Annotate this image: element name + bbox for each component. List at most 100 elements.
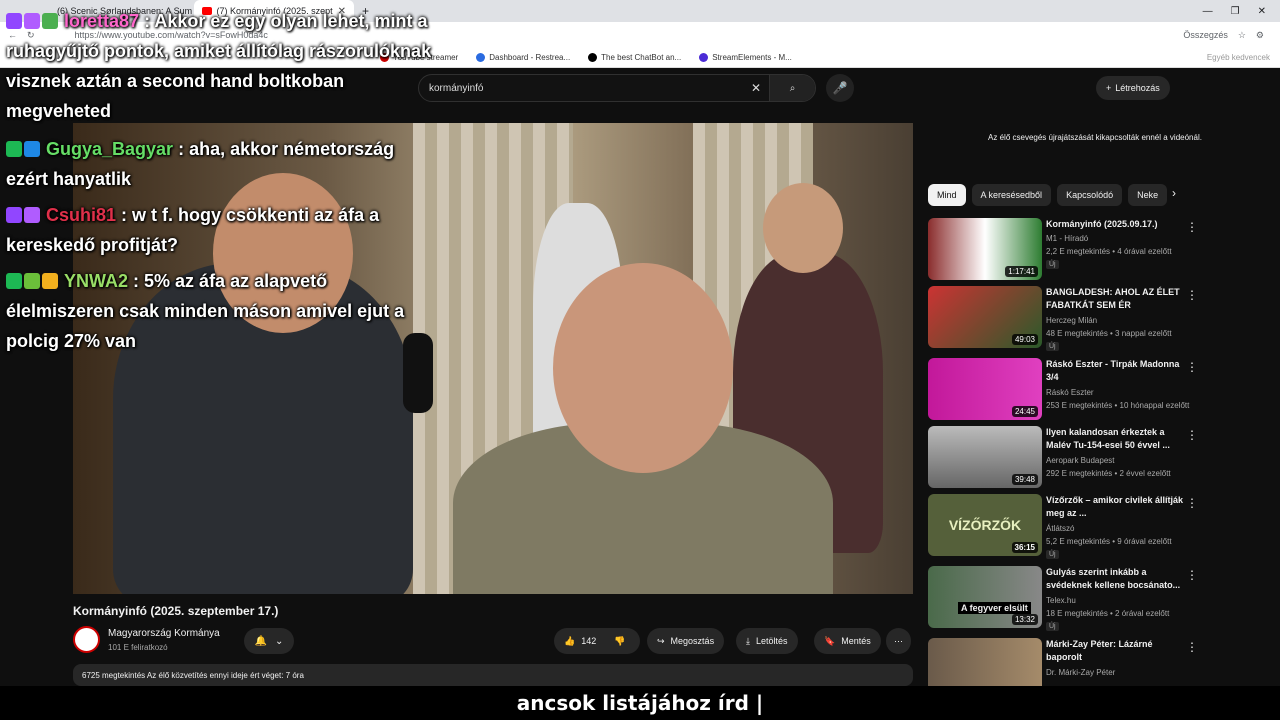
chat-username: loretta87 xyxy=(64,11,140,31)
channel-avatar[interactable] xyxy=(73,626,100,653)
recommendation-title[interactable]: Ráskó Eszter - Tirpák Madonna 3/4 xyxy=(1046,358,1188,384)
recommendation-channel[interactable]: Telex.hu xyxy=(1046,596,1076,605)
recommendation-title[interactable]: Márki-Zay Péter: Lázárné baporolt xyxy=(1046,638,1188,664)
kick-icon xyxy=(6,273,22,289)
thumbnail-text: A fegyver elsült xyxy=(958,602,1031,614)
create-button[interactable]: + Létrehozás xyxy=(1096,76,1170,100)
more-vert-icon[interactable]: ⋮ xyxy=(1186,640,1198,654)
recommendation-item[interactable]: 1:17:41 Kormányinfó (2025.09.17.) M1 - H… xyxy=(928,218,1268,284)
video-thumbnail[interactable] xyxy=(928,638,1042,686)
recommendation-channel[interactable]: Herczeg Milán xyxy=(1046,316,1097,325)
video-thumbnail[interactable]: 49:03 xyxy=(928,286,1042,348)
chat-username: YNWA2 xyxy=(64,271,129,291)
badge-icon xyxy=(24,273,40,289)
chevron-down-icon: ⌄ xyxy=(275,635,284,647)
maximize-icon[interactable]: ❐ xyxy=(1231,6,1240,17)
download-button[interactable]: ⤓ Letöltés xyxy=(736,628,798,654)
more-actions-button[interactable]: ⋯ xyxy=(886,628,911,654)
more-vert-icon[interactable]: ⋮ xyxy=(1186,568,1198,582)
filter-chips: Mind A keresésedből Kapcsolódó Neke xyxy=(928,184,1168,206)
download-icon: ⤓ xyxy=(746,635,750,646)
minimize-icon[interactable]: — xyxy=(1203,6,1213,17)
bookmark-item[interactable]: The best ChatBot an... xyxy=(588,53,681,62)
video-thumbnail[interactable]: 24:45 xyxy=(928,358,1042,420)
recommendation-item[interactable]: 24:45 Ráskó Eszter - Tirpák Madonna 3/4 … xyxy=(928,358,1268,424)
new-badge: Új xyxy=(1046,342,1059,351)
summary-button[interactable]: Összegzés xyxy=(1183,30,1228,40)
chip-for-you[interactable]: Neke xyxy=(1128,184,1168,206)
more-vert-icon[interactable]: ⋮ xyxy=(1186,288,1198,302)
recommendation-item[interactable]: 49:03 BANGLADESH: AHOL AZ ÉLET FABATKÁT … xyxy=(928,286,1268,352)
plus-icon: + xyxy=(1106,83,1112,93)
recommendation-channel[interactable]: Átlátszó xyxy=(1046,524,1074,533)
more-vert-icon[interactable]: ⋮ xyxy=(1186,428,1198,442)
recommendation-title[interactable]: BANGLADESH: AHOL AZ ÉLET FABATKÁT SEM ÉR xyxy=(1046,286,1188,312)
clear-icon[interactable]: ✕ xyxy=(751,81,761,95)
recommendation-title[interactable]: Kormányinfó (2025.09.17.) xyxy=(1046,218,1188,231)
kick-icon xyxy=(6,141,22,157)
video-thumbnail[interactable]: A fegyver elsült 13:32 xyxy=(928,566,1042,628)
thumbnail-text: VÍZŐRZŐK xyxy=(948,517,1022,533)
search-icon: ⌕ xyxy=(789,82,796,94)
recommendation-meta: 48 E megtekintés • 3 nappal ezelőtt xyxy=(1046,329,1172,338)
bookmark-item[interactable]: StreamElements - M... xyxy=(699,53,792,62)
recommendation-title[interactable]: Vízőrzők – amikor civilek állítják meg a… xyxy=(1046,494,1188,520)
caption-bar: ancsok listájához írd | xyxy=(0,686,1280,720)
video-thumbnail[interactable]: 1:17:41 xyxy=(928,218,1042,280)
chip-from-search[interactable]: A keresésedből xyxy=(971,184,1052,206)
recommendation-channel[interactable]: Ráskó Eszter xyxy=(1046,388,1094,397)
emote-badge-icon xyxy=(42,13,58,29)
bookmark-item[interactable]: Dashboard - Restrea... xyxy=(476,53,570,62)
duration-badge: 36:15 xyxy=(1011,542,1038,553)
duration-badge: 1:17:41 xyxy=(1005,266,1038,277)
recommendation-item[interactable]: VÍZŐRZŐK 36:15 Vízőrzők – amikor civilek … xyxy=(928,494,1268,560)
recommendation-title[interactable]: Gulyás szerint inkább a svédeknek kellen… xyxy=(1046,566,1188,592)
recommendation-item[interactable]: Márki-Zay Péter: Lázárné baporolt Dr. Má… xyxy=(928,638,1268,686)
window-close-icon[interactable]: ✕ xyxy=(1258,6,1266,17)
chat-disabled-notice: Az élő csevegés újrajátszását kikapcsolt… xyxy=(988,133,1202,142)
chevron-right-icon[interactable]: › xyxy=(1172,186,1176,200)
chat-message: YNWA2 : 5% az áfa az alapvető élelmiszer… xyxy=(6,266,436,356)
recommendation-channel[interactable]: Dr. Márki-Zay Péter xyxy=(1046,668,1115,677)
extensions-icon[interactable]: ⚙ xyxy=(1256,30,1264,41)
chat-username: Csuhi81 xyxy=(46,205,117,225)
recommendation-channel[interactable]: Aeropark Budapest xyxy=(1046,456,1115,465)
description-box[interactable]: 6725 megtekintés Az élő közvetítés ennyi… xyxy=(73,664,913,686)
more-icon: ⋯ xyxy=(894,635,903,646)
more-vert-icon[interactable]: ⋮ xyxy=(1186,360,1198,374)
recommendation-title[interactable]: Ilyen kalandosan érkeztek a Malév Tu-154… xyxy=(1046,426,1188,452)
recommendation-item[interactable]: A fegyver elsült 13:32 Gulyás szerint ink… xyxy=(928,566,1268,632)
star-icon[interactable]: ☆ xyxy=(1238,30,1246,41)
recommendation-channel[interactable]: M1 - Híradó xyxy=(1046,234,1088,243)
more-vert-icon[interactable]: ⋮ xyxy=(1186,496,1198,510)
search-input[interactable]: kormányinfó xyxy=(429,83,483,94)
channel-name[interactable]: Magyarország Kormánya xyxy=(108,628,220,639)
video-thumbnail[interactable]: VÍZŐRZŐK 36:15 xyxy=(928,494,1042,556)
chat-message: Gugya_Bagyar : aha, akkor németország ez… xyxy=(6,134,436,194)
new-badge: Új xyxy=(1046,260,1059,269)
save-button[interactable]: 🔖 Mentés xyxy=(814,628,881,654)
search-box[interactable]: kormányinfó ✕ ⌕ xyxy=(418,74,816,102)
thumbs-down-icon[interactable]: 👎 xyxy=(614,636,625,647)
bell-icon: 🔔 xyxy=(254,635,268,647)
share-button[interactable]: ↪ Megosztás xyxy=(647,628,725,654)
microphone-icon[interactable]: 🎤 xyxy=(826,74,854,102)
recommendation-meta: 18 E megtekintés • 2 órával ezelőtt xyxy=(1046,609,1170,618)
attendee-head xyxy=(763,183,843,273)
twitch-icon xyxy=(6,207,22,223)
thumbs-up-icon: 👍 xyxy=(564,635,576,646)
recommendation-meta: 292 E megtekintés • 2 évvel ezelőtt xyxy=(1046,469,1171,478)
other-bookmarks[interactable]: Egyéb kedvencek xyxy=(1207,53,1270,62)
chip-related[interactable]: Kapcsolódó xyxy=(1057,184,1123,206)
new-badge: Új xyxy=(1046,622,1059,631)
chip-all[interactable]: Mind xyxy=(928,184,966,206)
recommendation-item[interactable]: 39:48 Ilyen kalandosan érkeztek a Malév … xyxy=(928,426,1268,492)
search-button[interactable]: ⌕ xyxy=(769,75,815,101)
duration-badge: 13:32 xyxy=(1011,614,1038,625)
notification-button[interactable]: 🔔 ⌄ xyxy=(244,628,294,654)
duration-badge: 39:48 xyxy=(1011,474,1038,485)
like-button[interactable]: 👍 142 👎 xyxy=(554,628,640,654)
more-vert-icon[interactable]: ⋮ xyxy=(1186,220,1198,234)
recommendation-meta: 2,2 E megtekintés • 4 órával ezelőtt xyxy=(1046,247,1172,256)
video-thumbnail[interactable]: 39:48 xyxy=(928,426,1042,488)
